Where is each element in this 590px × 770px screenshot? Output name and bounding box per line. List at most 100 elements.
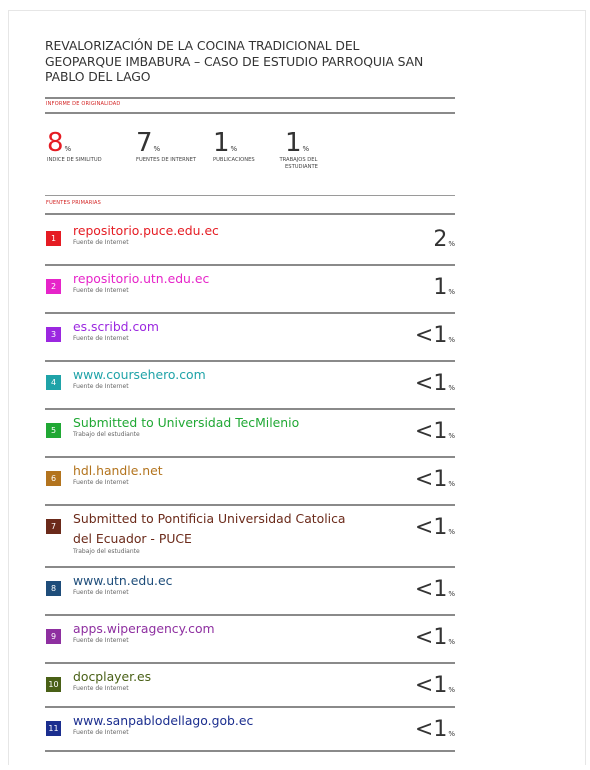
- percentage-unit: %: [448, 590, 455, 598]
- source-percentage: <1%: [415, 373, 455, 399]
- source-percentage: <1%: [415, 517, 455, 543]
- percentage-unit: %: [448, 336, 455, 344]
- source-percentage: <1%: [415, 675, 455, 701]
- source-row[interactable]: 1 repositorio.puce.edu.ec Fuente de Intern…: [45, 218, 455, 266]
- less-than-sign: <: [414, 673, 434, 698]
- source-name-link[interactable]: repositorio.utn.edu.ec: [73, 271, 209, 287]
- stat-label: PUBLICACIONES: [213, 157, 255, 163]
- less-than-sign: <: [414, 515, 434, 540]
- source-row[interactable]: 8 www.utn.edu.ec Fuente de Internet <1%: [45, 568, 455, 616]
- source-type: Fuente de Internet: [73, 287, 129, 294]
- source-type: Fuente de Internet: [73, 589, 129, 596]
- stat-block: 1% TRABAJOS DEL ESTUDIANTE: [280, 130, 318, 171]
- originality-label: INFORME DE ORIGINALIDAD: [46, 101, 121, 107]
- source-type: Trabajo del estudiante: [73, 548, 140, 555]
- percentage-value: 1: [433, 515, 448, 540]
- percentage-unit: %: [448, 528, 455, 536]
- source-type: Fuente de Internet: [73, 729, 129, 736]
- stat-label: TRABAJOS DEL: [279, 157, 318, 163]
- percentage-unit: %: [448, 730, 455, 738]
- source-row[interactable]: 5 Submitted to Universidad TecMilenio Trab…: [45, 410, 455, 458]
- divider: [45, 213, 455, 215]
- title-line: REVALORIZACIÓN DE LA COCINA TRADICIONAL …: [45, 38, 360, 53]
- less-than-sign: <: [414, 717, 434, 742]
- source-rank-badge: 10: [46, 677, 61, 692]
- source-type: Fuente de Internet: [73, 383, 129, 390]
- source-row[interactable]: 10 docplayer.es Fuente de Internet <1%: [45, 664, 455, 708]
- source-name-link[interactable]: repositorio.puce.edu.ec: [73, 223, 219, 239]
- source-rank-badge: 7: [46, 519, 61, 534]
- stat-unit: %: [64, 145, 72, 153]
- percentage-value: 1: [433, 371, 448, 396]
- stat-block: 7% FUENTES DE INTERNET: [136, 130, 196, 164]
- source-percentage: <1%: [415, 469, 455, 495]
- less-than-sign: <: [414, 467, 434, 492]
- source-row[interactable]: 4 www.coursehero.com Fuente de Internet <1%: [45, 362, 455, 410]
- source-rank-badge: 3: [46, 327, 61, 342]
- source-rank-badge: 2: [46, 279, 61, 294]
- percentage-unit: %: [448, 384, 455, 392]
- source-percentage: <1%: [415, 325, 455, 351]
- percentage-unit: %: [448, 638, 455, 646]
- source-percentage: 1%: [433, 277, 455, 303]
- source-type: Fuente de Internet: [73, 685, 129, 692]
- stat-block: 8% INDICE DE SIMILITUD: [47, 130, 102, 164]
- stat-label: INDICE DE SIMILITUD: [47, 157, 102, 163]
- source-name-link[interactable]: del Ecuador - PUCE: [73, 531, 192, 547]
- stat-number: 8: [47, 128, 64, 158]
- source-name-link[interactable]: Submitted to Universidad TecMilenio: [73, 415, 299, 431]
- less-than-sign: <: [414, 323, 434, 348]
- percentage-unit: %: [448, 432, 455, 440]
- percentage-value: 1: [433, 577, 448, 602]
- stat-value: 8%: [47, 130, 102, 156]
- source-type: Fuente de Internet: [73, 479, 129, 486]
- percentage-value: 2: [433, 227, 448, 252]
- source-row[interactable]: 3 es.scribd.com Fuente de Internet <1%: [45, 314, 455, 362]
- percentage-unit: %: [448, 240, 455, 248]
- less-than-sign: <: [414, 625, 434, 650]
- source-percentage: 2%: [433, 229, 455, 255]
- stat-number: 7: [136, 128, 153, 158]
- source-row[interactable]: 9 apps.wiperagency.com Fuente de Internet <…: [45, 616, 455, 664]
- source-percentage: <1%: [415, 579, 455, 605]
- source-name-link[interactable]: es.scribd.com: [73, 319, 159, 335]
- percentage-value: 1: [433, 717, 448, 742]
- source-type: Trabajo del estudiante: [73, 431, 140, 438]
- title-line: PABLO DEL LAGO: [45, 69, 151, 84]
- source-percentage: <1%: [415, 719, 455, 745]
- source-type: Fuente de Internet: [73, 239, 129, 246]
- source-rank-badge: 6: [46, 471, 61, 486]
- source-row[interactable]: 7 Submitted to Pontificia Universidad Cat…: [45, 506, 455, 568]
- percentage-value: 1: [433, 625, 448, 650]
- source-name-link[interactable]: Submitted to Pontificia Universidad Cato…: [73, 511, 346, 527]
- stat-value: 7%: [136, 130, 196, 156]
- source-type: Fuente de Internet: [73, 637, 129, 644]
- source-row[interactable]: 6 hdl.handle.net Fuente de Internet <1%: [45, 458, 455, 506]
- percentage-value: 1: [433, 419, 448, 444]
- stat-value: 1%: [213, 130, 255, 156]
- source-row[interactable]: 2 repositorio.utn.edu.ec Fuente de Interne…: [45, 266, 455, 314]
- source-rank-badge: 9: [46, 629, 61, 644]
- source-name-link[interactable]: hdl.handle.net: [73, 463, 163, 479]
- divider: [45, 112, 455, 114]
- stat-unit: %: [153, 145, 161, 153]
- source-rank-badge: 4: [46, 375, 61, 390]
- source-name-link[interactable]: docplayer.es: [73, 669, 151, 685]
- stat-label: ESTUDIANTE: [285, 164, 318, 170]
- source-name-link[interactable]: www.utn.edu.ec: [73, 573, 172, 589]
- source-name-link[interactable]: apps.wiperagency.com: [73, 621, 215, 637]
- stat-unit: %: [302, 145, 310, 153]
- divider: [45, 750, 455, 752]
- primary-sources-label: FUENTES PRIMARIAS: [46, 200, 102, 206]
- source-type: Fuente de Internet: [73, 335, 129, 342]
- less-than-sign: <: [414, 419, 434, 444]
- source-rank-badge: 8: [46, 581, 61, 596]
- source-name-link[interactable]: www.coursehero.com: [73, 367, 206, 383]
- stat-label: FUENTES DE INTERNET: [136, 157, 197, 163]
- percentage-unit: %: [448, 686, 455, 694]
- document-title: REVALORIZACIÓN DE LA COCINA TRADICIONAL …: [45, 38, 455, 85]
- percentage-value: 1: [433, 467, 448, 492]
- source-name-link[interactable]: www.sanpablodellago.gob.ec: [73, 713, 253, 729]
- percentage-value: 1: [433, 275, 448, 300]
- source-row[interactable]: 11 www.sanpablodellago.gob.ec Fuente de In…: [45, 708, 455, 752]
